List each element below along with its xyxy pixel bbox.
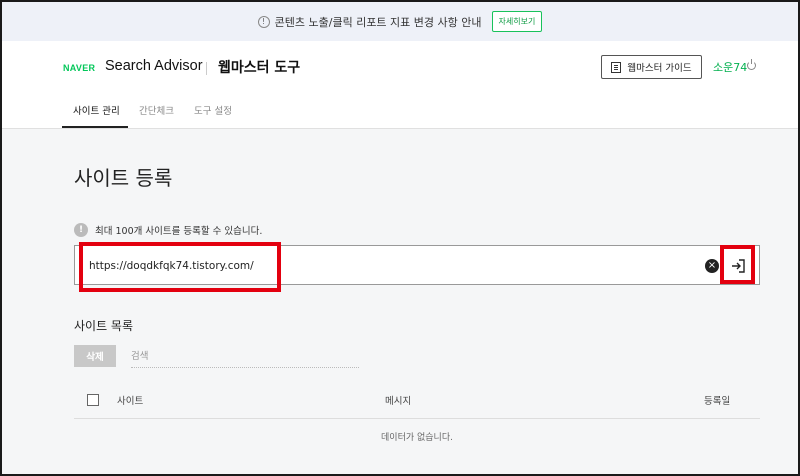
active-tab-indicator [62,126,128,128]
site-url-input[interactable] [89,257,689,275]
logo-divider [206,62,207,75]
tool-name: 웹마스터 도구 [218,60,301,76]
tab-tool-settings[interactable]: 도구 설정 [194,103,232,117]
select-all-checkbox[interactable] [87,394,99,406]
guide-book-icon [611,61,622,73]
app-window: ! 콘텐츠 노출/클릭 리포트 지표 변경 사항 안내 자세히보기 NAVER … [0,0,800,476]
column-site: 사이트 [117,396,144,407]
exclamation-icon: ! [74,223,88,237]
empty-table-message: 데이터가 없습니다. [381,433,453,443]
header: NAVER Search Advisor 웹마스터 도구 웹마스터 가이드 소운… [2,41,798,93]
delete-button[interactable]: 삭제 [74,345,116,367]
notice-bar: ! 콘텐츠 노출/클릭 리포트 지표 변경 사항 안내 자세히보기 [2,2,798,41]
tab-site-management[interactable]: 사이트 관리 [73,103,120,117]
column-message: 메시지 [385,396,412,407]
clear-input-icon[interactable]: × [705,259,719,273]
guide-label: 웹마스터 가이드 [627,63,692,74]
tab-simple-check[interactable]: 간단체크 [139,103,174,117]
table-header: 사이트 메시지 등록일 [74,382,760,419]
limit-note: ! 최대 100개 사이트를 등록할 수 있습니다. [74,223,262,237]
page-title: 사이트 등록 [74,166,173,190]
product-name[interactable]: Search Advisor [105,58,203,74]
submit-arrow-icon[interactable] [730,258,746,274]
notice-detail-button[interactable]: 자세히보기 [491,11,543,32]
webmaster-guide-button[interactable]: 웹마스터 가이드 [601,55,702,79]
info-icon: ! [257,15,270,28]
naver-logo[interactable]: NAVER [63,63,95,73]
tab-bar: 사이트 관리 간단체크 도구 설정 [2,93,798,129]
user-name[interactable]: 소운74 [713,59,747,75]
search-input[interactable] [131,346,359,368]
notice-text: 콘텐츠 노출/클릭 리포트 지표 변경 사항 안내 [274,15,482,29]
column-registered-date: 등록일 [704,396,731,407]
logout-icon[interactable] [747,59,756,70]
limit-note-text: 최대 100개 사이트를 등록할 수 있습니다. [95,226,263,237]
site-list-title: 사이트 목록 [74,319,134,333]
site-url-field: × [74,245,760,285]
